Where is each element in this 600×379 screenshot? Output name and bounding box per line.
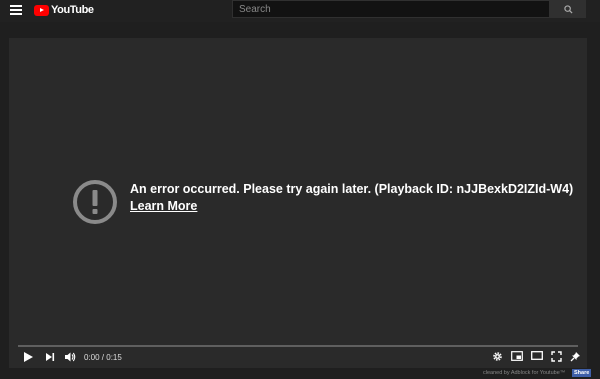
- next-icon: [46, 353, 55, 361]
- pin-button[interactable]: [570, 351, 581, 362]
- fullscreen-button[interactable]: [551, 351, 562, 362]
- share-button[interactable]: Share: [572, 369, 592, 377]
- menu-icon[interactable]: [10, 5, 22, 15]
- next-button[interactable]: [45, 351, 55, 363]
- fullscreen-icon: [551, 351, 562, 362]
- pin-icon: [570, 352, 580, 362]
- learn-more-link[interactable]: Learn More: [130, 199, 197, 213]
- youtube-logo[interactable]: YouTube: [34, 3, 94, 17]
- play-button[interactable]: [23, 351, 34, 363]
- search-icon: [563, 4, 573, 14]
- logo-text: YouTube: [51, 4, 94, 16]
- volume-icon: [65, 352, 76, 362]
- search-input[interactable]: [232, 0, 550, 18]
- volume-button[interactable]: [64, 351, 76, 363]
- miniplayer-button[interactable]: [511, 351, 523, 361]
- time-display: 0:00 / 0:15: [84, 353, 122, 362]
- settings-button[interactable]: [492, 351, 503, 362]
- video-player[interactable]: An error occurred. Please try again late…: [9, 38, 587, 368]
- theater-icon: [531, 351, 543, 360]
- theater-mode-button[interactable]: [531, 351, 543, 360]
- search-button[interactable]: [550, 0, 586, 18]
- error-icon: [73, 180, 117, 224]
- error-message: An error occurred. Please try again late…: [130, 182, 574, 196]
- top-bar: YouTube: [0, 0, 600, 22]
- play-icon: [24, 352, 33, 362]
- settings-icon: [493, 352, 502, 361]
- adblock-note: cleaned by Adblock for Youtube™: [483, 370, 566, 376]
- youtube-logo-icon: [34, 4, 49, 16]
- miniplayer-icon: [511, 351, 523, 361]
- player-controls: 0:00 / 0:15: [9, 347, 587, 368]
- time-total: 0:15: [106, 353, 122, 362]
- time-current: 0:00: [84, 353, 100, 362]
